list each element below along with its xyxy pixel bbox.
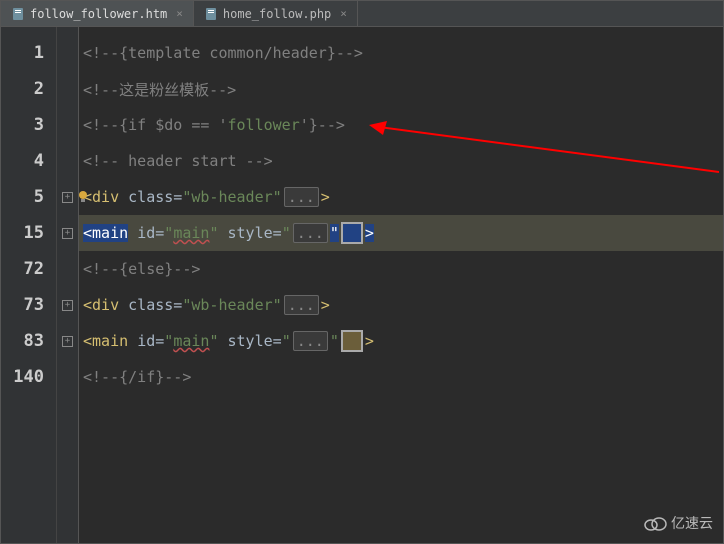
tab-home-follow[interactable]: home_follow.php × bbox=[194, 1, 358, 26]
fold-placeholder[interactable]: ... bbox=[284, 187, 319, 207]
code-line[interactable]: <main id="main" style="..."> bbox=[79, 323, 723, 359]
fold-toggle-icon[interactable]: + bbox=[62, 228, 73, 239]
file-icon bbox=[204, 7, 218, 21]
lightbulb-icon[interactable] bbox=[78, 190, 88, 204]
fold-toggle-icon[interactable]: + bbox=[62, 192, 73, 203]
file-icon bbox=[11, 7, 25, 21]
color-swatch-icon[interactable] bbox=[341, 330, 363, 352]
line-number: 5 bbox=[1, 179, 56, 215]
color-swatch-icon[interactable] bbox=[341, 222, 363, 244]
line-number: 72 bbox=[1, 251, 56, 287]
fold-toggle-icon[interactable]: + bbox=[62, 336, 73, 347]
line-number: 2 bbox=[1, 71, 56, 107]
watermark: 亿速云 bbox=[643, 513, 713, 533]
code-line[interactable]: <div class="wb-header"...> bbox=[79, 179, 723, 215]
line-number: 15 bbox=[1, 215, 56, 251]
watermark-text: 亿速云 bbox=[671, 513, 713, 533]
code-line[interactable]: <div class="wb-header"...> bbox=[79, 287, 723, 323]
line-number: 140 bbox=[1, 359, 56, 395]
line-number: 73 bbox=[1, 287, 56, 323]
close-icon[interactable]: × bbox=[176, 7, 183, 20]
tab-follow-follower[interactable]: follow_follower.htm × bbox=[1, 1, 194, 26]
cloud-icon bbox=[643, 515, 667, 531]
editor: 1 2 3 4 5 15 72 73 83 140 + + + + <!--{t… bbox=[1, 27, 723, 543]
line-number: 3 bbox=[1, 107, 56, 143]
tab-label: home_follow.php bbox=[223, 7, 331, 21]
line-number: 1 bbox=[1, 35, 56, 71]
line-gutter: 1 2 3 4 5 15 72 73 83 140 bbox=[1, 27, 57, 543]
code-area[interactable]: <!--{template common/header}--> <!--这是粉丝… bbox=[79, 27, 723, 543]
tab-label: follow_follower.htm bbox=[30, 7, 167, 21]
fold-column: + + + + bbox=[57, 27, 79, 543]
code-line[interactable]: <!--{if $do == 'follower'}--> bbox=[79, 107, 723, 143]
code-line[interactable]: <!--{/if}--> bbox=[79, 359, 723, 395]
fold-toggle-icon[interactable]: + bbox=[62, 300, 73, 311]
line-number: 4 bbox=[1, 143, 56, 179]
fold-placeholder[interactable]: ... bbox=[284, 295, 319, 315]
tab-bar: follow_follower.htm × home_follow.php × bbox=[1, 1, 723, 27]
fold-placeholder[interactable]: ... bbox=[293, 223, 328, 243]
code-line[interactable]: <!--{else}--> bbox=[79, 251, 723, 287]
fold-placeholder[interactable]: ... bbox=[293, 331, 328, 351]
code-line[interactable]: <!--{template common/header}--> bbox=[79, 35, 723, 71]
line-number: 83 bbox=[1, 323, 56, 359]
close-icon[interactable]: × bbox=[340, 7, 347, 20]
code-line[interactable]: <!--这是粉丝模板--> bbox=[79, 71, 723, 107]
code-line-current[interactable]: <main id="main" style="..."> bbox=[79, 215, 723, 251]
code-line[interactable]: <!-- header start --> bbox=[79, 143, 723, 179]
